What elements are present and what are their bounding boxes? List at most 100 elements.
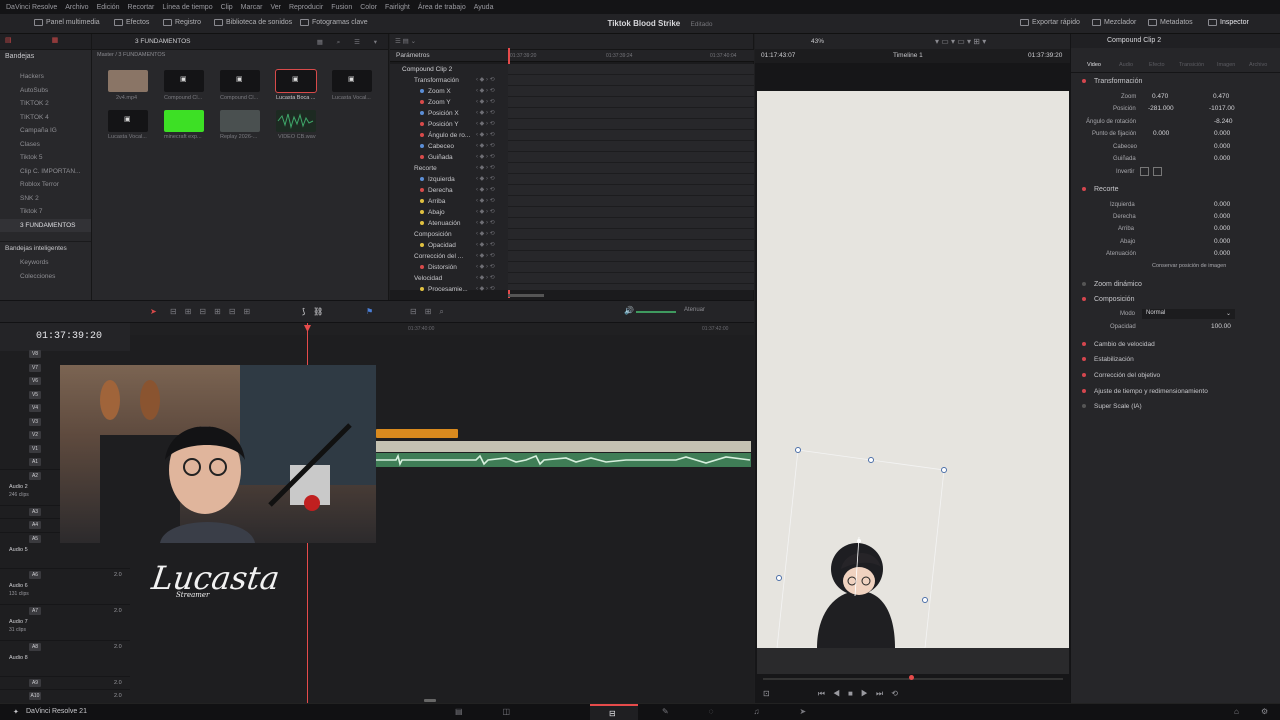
parameter-row[interactable]: Procesamie... ‹ ◆ › ⟲ (390, 284, 508, 295)
sound-library-button[interactable]: Biblioteca de sonidos (214, 19, 292, 26)
clip-thumbnail[interactable] (164, 110, 204, 132)
page-switcher-icons[interactable]: ▤◫ (455, 707, 550, 716)
rotation-value[interactable]: -8.240 (1214, 118, 1232, 125)
menu-item[interactable]: Color (360, 4, 377, 11)
menu-item[interactable]: Archivo (65, 4, 88, 11)
bin-item[interactable]: Campaña IG (0, 124, 91, 138)
parameter-row[interactable]: Cabeceo ‹ ◆ › ⟲ (390, 141, 508, 152)
viewer-scrubber[interactable] (763, 675, 1063, 680)
keyframe-nav-icon[interactable]: ‹ ◆ › ⟲ (476, 75, 495, 86)
scrubber-playhead[interactable] (909, 675, 914, 680)
parameter-row[interactable]: Abajo ‹ ◆ › ⟲ (390, 207, 508, 218)
zoom-y-value[interactable]: 0.470 (1213, 93, 1229, 100)
menu-item[interactable]: Área de trabajo (418, 4, 466, 11)
keyframe-nav-icon[interactable]: ‹ ◆ › ⟲ (476, 273, 495, 284)
clip-thumbnail[interactable] (220, 110, 260, 132)
parameter-group[interactable]: Corrección del ... ‹ ◆ › ⟲ (390, 251, 508, 262)
bin-item[interactable]: TIKTOK 4 (0, 111, 91, 125)
keyframe-nav-icon[interactable]: ‹ ◆ › ⟲ (476, 284, 495, 295)
smart-bin-item[interactable]: Keywords (0, 256, 91, 270)
position-y-value[interactable]: -1017.00 (1209, 105, 1235, 112)
keyframes-button[interactable]: Fotogramas clave (300, 19, 368, 26)
parameter-row[interactable]: Opacidad ‹ ◆ › ⟲ (390, 240, 508, 251)
keyframe-nav-icon[interactable]: ‹ ◆ › ⟲ (476, 141, 495, 152)
flip-vertical-button[interactable] (1153, 167, 1162, 176)
disabled-dot-icon[interactable] (1082, 404, 1086, 408)
enabled-dot-icon[interactable] (1082, 79, 1086, 83)
audio-track-header[interactable]: A9 2.0 (0, 677, 130, 690)
menu-item[interactable]: Edición (97, 4, 120, 11)
media-pool-button[interactable]: Panel multimedia (34, 19, 100, 26)
crop-tool-icon[interactable]: ⊡ (763, 689, 778, 698)
list-view-icon[interactable]: ▤ (5, 37, 12, 44)
clip-thumbnail[interactable] (276, 110, 316, 132)
transform-overlay[interactable] (757, 91, 1069, 648)
tab-effects[interactable]: Efecto (1149, 62, 1165, 68)
pitch-value[interactable]: 0.000 (1214, 143, 1230, 150)
bin-item[interactable]: Tiktok 5 (0, 151, 91, 165)
composite-section[interactable]: Composición (1071, 292, 1280, 307)
clip-thumbnail[interactable]: ▣ (332, 70, 372, 92)
bin-item[interactable]: SNK 2 (0, 192, 91, 206)
parameter-row[interactable]: Izquierda ‹ ◆ › ⟲ (390, 174, 508, 185)
keyframe-lanes[interactable] (508, 64, 754, 290)
keyframes-scrollbar[interactable] (508, 294, 544, 297)
menu-item[interactable]: Recortar (128, 4, 155, 11)
edit-tools-icon[interactable]: ⊟⊞⊟⊞⊟⊞ (170, 307, 258, 316)
inspector-button[interactable]: Inspector (1208, 19, 1249, 26)
parameter-row[interactable]: Posición Y ‹ ◆ › ⟲ (390, 119, 508, 130)
clip-thumbnail[interactable] (108, 70, 148, 92)
page-switcher-icons[interactable]: ✎◌♫➤ (662, 707, 846, 716)
skip-forward-icon[interactable]: ⏭ (876, 689, 891, 698)
keyframe-nav-icon[interactable]: ‹ ◆ › ⟲ (476, 240, 495, 251)
skip-back-icon[interactable]: ⏮ (818, 689, 833, 698)
timeline-clip-orange[interactable] (376, 429, 458, 438)
keyframe-nav-icon[interactable]: ‹ ◆ › ⟲ (476, 229, 495, 240)
bin-item[interactable]: Roblox Terror (0, 178, 91, 192)
enabled-dot-icon[interactable] (1082, 357, 1086, 361)
clip-thumbnail[interactable]: ▣ (164, 70, 204, 92)
position-x-value[interactable]: -281.000 (1148, 105, 1174, 112)
play-icon[interactable]: ▶ (861, 689, 876, 698)
timeline-ruler[interactable]: 01:37:40:00 01:37:42:00 (130, 323, 754, 335)
crop-left-value[interactable]: 0.000 (1214, 201, 1230, 208)
flag-icon[interactable]: ⚑ (366, 307, 373, 316)
index-button[interactable]: Registro (163, 19, 201, 26)
tab-transition[interactable]: Transición (1179, 62, 1204, 68)
parameter-group[interactable]: Velocidad ‹ ◆ › ⟲ (390, 273, 508, 284)
keyframe-nav-icon[interactable]: ‹ ◆ › ⟲ (476, 130, 495, 141)
viewer-zoom[interactable]: 43% (811, 38, 824, 45)
bin-item[interactable]: Tiktok 7 (0, 205, 91, 219)
menu-item[interactable]: Fairlight (385, 4, 410, 11)
menu-item[interactable]: Ver (270, 4, 281, 11)
settings-icon[interactable]: ⚙ (1261, 707, 1268, 716)
timeline-scrollbar[interactable] (424, 699, 436, 702)
quick-export-button[interactable]: Exportar rápido (1020, 19, 1080, 26)
loop-icon[interactable]: ⟲ (891, 689, 906, 698)
keyframe-nav-icon[interactable]: ‹ ◆ › ⟲ (476, 108, 495, 119)
parameter-group[interactable]: Transformación ‹ ◆ › ⟲ (390, 75, 508, 86)
parameter-row[interactable]: Zoom X ‹ ◆ › ⟲ (390, 86, 508, 97)
retain-image-position-label[interactable]: Conservar posición de imagen (1152, 263, 1226, 269)
bin-item[interactable]: Clases (0, 138, 91, 152)
keyframe-nav-icon[interactable]: ‹ ◆ › ⟲ (476, 207, 495, 218)
zoom-tools-icon[interactable]: ⊟⊞⌕ (410, 307, 452, 317)
audio-track-header[interactable]: A8 Audio 8 2.0 (0, 641, 130, 677)
stabilization-section[interactable]: Estabilización (1071, 352, 1280, 367)
viewer-tools-icon[interactable]: ▾ ▭ ▾ ▭ ▾ ⊞ ▾ (935, 37, 986, 46)
parameter-group[interactable]: Recorte ‹ ◆ › ⟲ (390, 163, 508, 174)
bin-item-selected[interactable]: 3 FUNDAMENTOS (0, 218, 91, 232)
parameter-group[interactable]: Composición ‹ ◆ › ⟲ (390, 229, 508, 240)
keyframe-nav-icon[interactable]: ‹ ◆ › ⟲ (476, 196, 495, 207)
timeline-timecode[interactable]: 01:37:39:20 (36, 331, 102, 342)
flip-horizontal-button[interactable] (1140, 167, 1149, 176)
audio-track-header[interactable]: A10 2.0 (0, 690, 130, 704)
home-icon[interactable]: ⌂ (1234, 707, 1239, 716)
zoom-x-value[interactable]: 0.470 (1152, 93, 1168, 100)
tab-video[interactable]: Video (1087, 62, 1101, 68)
enabled-dot-icon[interactable] (1082, 373, 1086, 377)
audio-track-header[interactable]: A6 Audio 6 131 clips 2.0 (0, 569, 130, 605)
retime-scaling-section[interactable]: Ajuste de tiempo y redimensionamiento (1071, 384, 1280, 399)
timeline-clip-video[interactable] (376, 441, 751, 452)
snap-link-icon[interactable]: ⟆⛓ (302, 307, 331, 316)
